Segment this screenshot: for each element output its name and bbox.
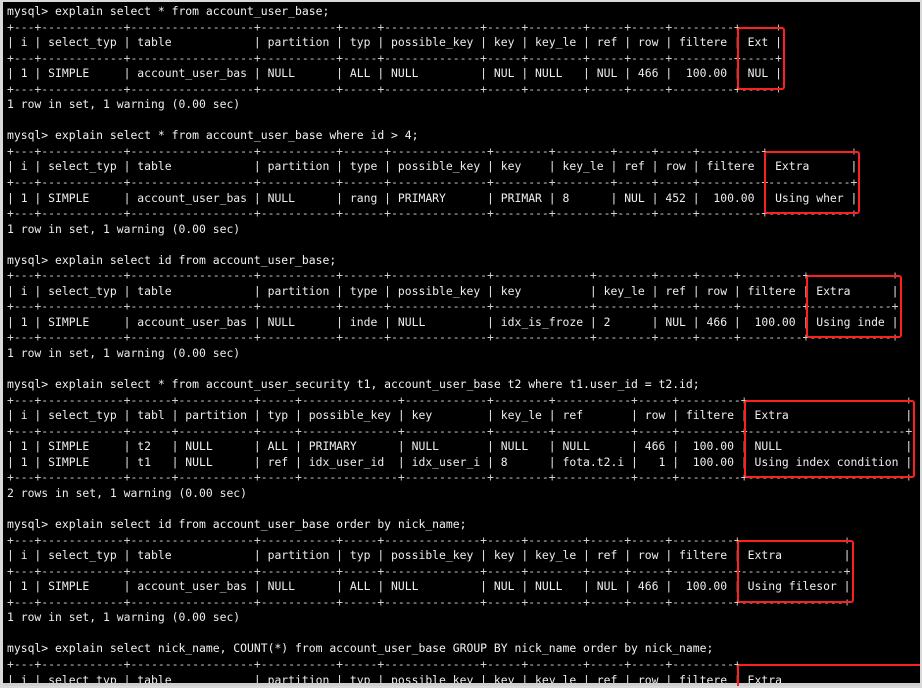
table-border-bottom: +---+------------+------------------+---… (7, 594, 851, 609)
explain-block: mysql> explain select * from account_use… (7, 377, 920, 517)
table-border-top: +---+------------+------------------+---… (7, 19, 782, 34)
table-border-top: +---+------------+------------------+---… (7, 532, 851, 547)
terminal-window[interactable]: mysql> explain select * from account_use… (0, 0, 922, 688)
table-border-top: +---+------------+------------------+---… (7, 268, 899, 283)
explain-block: mysql> explain select * from account_use… (7, 128, 920, 252)
table-row: | 1 | SIMPLE | account_user_bas | NULL |… (7, 314, 899, 329)
table-border-bottom: +---+------------+------------------+---… (7, 81, 782, 96)
table-row: | 1 | SIMPLE | t1 | NULL | ref | idx_use… (7, 454, 913, 469)
status-line: 1 row in set, 1 warning (0.00 sec) (7, 221, 241, 236)
status-line: 1 row in set, 1 warning (0.00 sec) (7, 610, 241, 625)
table-border-top: +---+------------+------------------+---… (7, 656, 922, 671)
explain-block: mysql> explain select id from account_us… (7, 253, 920, 377)
command-line: mysql> explain select id from account_us… (7, 252, 337, 267)
table-row: | 1 | SIMPLE | account_user_bas | NULL |… (7, 66, 782, 81)
table-header-row: | i | select_typ | table | partition | t… (7, 283, 899, 298)
table-row: | 1 | SIMPLE | t2 | NULL | ALL | PRIMARY… (7, 439, 913, 454)
explain-block: mysql> explain select id from account_us… (7, 517, 920, 641)
table-header-row: | i | select_typ | table | partition | t… (7, 548, 851, 563)
status-line: 2 rows in set, 1 warning (0.00 sec) (7, 485, 248, 500)
table-row: | 1 | SIMPLE | account_user_bas | NULL |… (7, 579, 851, 594)
table-header-row: | i | select_typ | table | partition | t… (7, 159, 858, 174)
explain-block: mysql> explain select * from account_use… (7, 4, 920, 128)
table-border-mid: +---+------------+------------------+---… (7, 50, 782, 65)
table-border-bottom: +---+------------+------------------+---… (7, 330, 899, 345)
command-line: mysql> explain select * from account_use… (7, 128, 419, 143)
table-border-mid: +---+------------+------+-----------+---… (7, 423, 913, 438)
terminal-output[interactable]: mysql> explain select * from account_use… (7, 4, 920, 686)
command-line: mysql> explain select id from account_us… (7, 517, 467, 532)
command-line: mysql> explain select * from account_use… (7, 4, 330, 18)
table-border-mid: +---+------------+------------------+---… (7, 563, 851, 578)
status-line: 1 row in set, 1 warning (0.00 sec) (7, 346, 241, 361)
status-line: 1 row in set, 1 warning (0.00 sec) (7, 97, 241, 112)
table-border-top: +---+------------+------------------+---… (7, 143, 858, 158)
window-bottom-edge (3, 683, 920, 686)
table-row: | 1 | SIMPLE | account_user_bas | NULL |… (7, 190, 858, 205)
command-line: mysql> explain select nick_name, COUNT(*… (7, 641, 714, 656)
table-border-bottom: +---+------------+------------------+---… (7, 206, 858, 221)
command-line: mysql> explain select * from account_use… (7, 377, 700, 392)
table-border-bottom: +---+------------+------+-----------+---… (7, 470, 913, 485)
table-header-row: | i | select_typ | tabl | partition | ty… (7, 408, 913, 423)
table-header-row: | i | select_typ | table | partition | t… (7, 35, 782, 50)
table-border-mid: +---+------------+------------------+---… (7, 175, 858, 190)
explain-block: mysql> explain select nick_name, COUNT(*… (7, 641, 922, 686)
table-border-mid: +---+------------+------------------+---… (7, 299, 899, 314)
table-border-top: +---+------------+------+-----------+---… (7, 392, 913, 407)
